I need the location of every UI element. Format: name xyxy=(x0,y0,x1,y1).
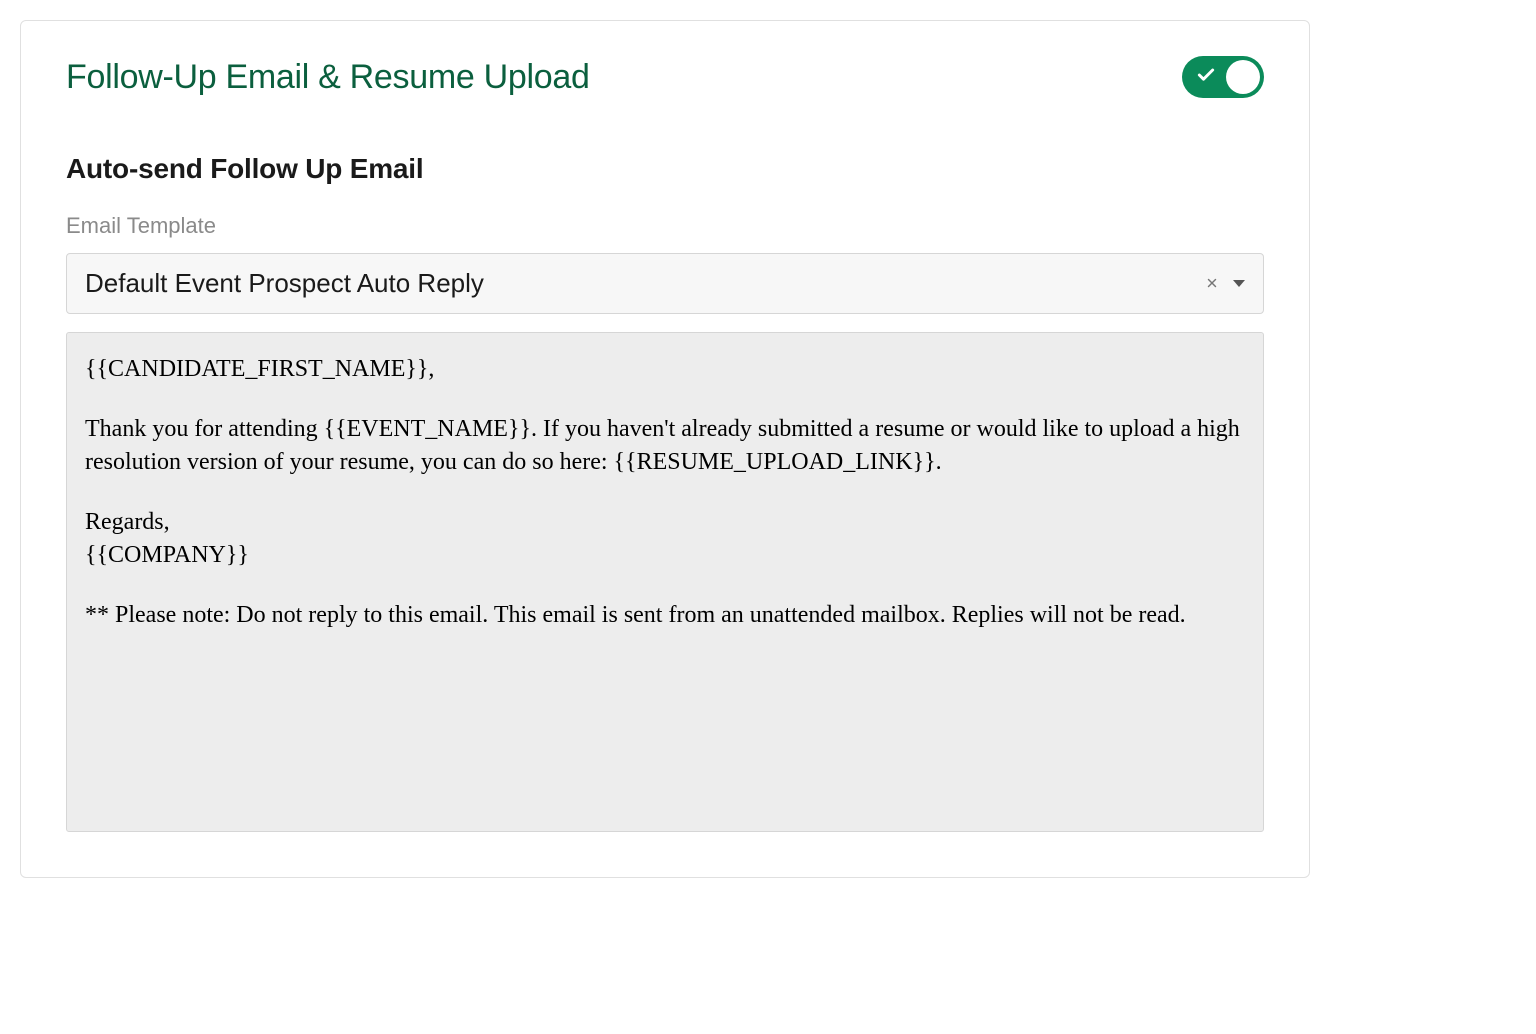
preview-body: Thank you for attending {{EVENT_NAME}}. … xyxy=(85,413,1245,478)
clear-icon[interactable] xyxy=(1205,275,1219,293)
preview-signoff: Regards, {{COMPANY}} xyxy=(85,506,1245,571)
preview-footer: ** Please note: Do not reply to this ema… xyxy=(85,599,1245,631)
section-title: Auto-send Follow Up Email xyxy=(66,153,1264,185)
toggle-knob xyxy=(1226,60,1260,94)
check-icon xyxy=(1196,65,1216,89)
select-value: Default Event Prospect Auto Reply xyxy=(85,268,484,299)
card-header: Follow-Up Email & Resume Upload xyxy=(66,56,1264,98)
preview-signoff-line2: {{COMPANY}} xyxy=(85,542,249,568)
chevron-down-icon[interactable] xyxy=(1233,280,1245,287)
preview-signoff-line1: Regards, xyxy=(85,509,170,535)
email-template-label: Email Template xyxy=(66,213,1264,239)
follow-up-email-card: Follow-Up Email & Resume Upload Auto-sen… xyxy=(20,20,1310,878)
preview-greeting: {{CANDIDATE_FIRST_NAME}}, xyxy=(85,353,1245,385)
email-preview: {{CANDIDATE_FIRST_NAME}}, Thank you for … xyxy=(66,332,1264,832)
enable-toggle[interactable] xyxy=(1182,56,1264,98)
select-icons xyxy=(1205,275,1245,293)
email-template-select[interactable]: Default Event Prospect Auto Reply xyxy=(66,253,1264,314)
card-title: Follow-Up Email & Resume Upload xyxy=(66,58,590,97)
